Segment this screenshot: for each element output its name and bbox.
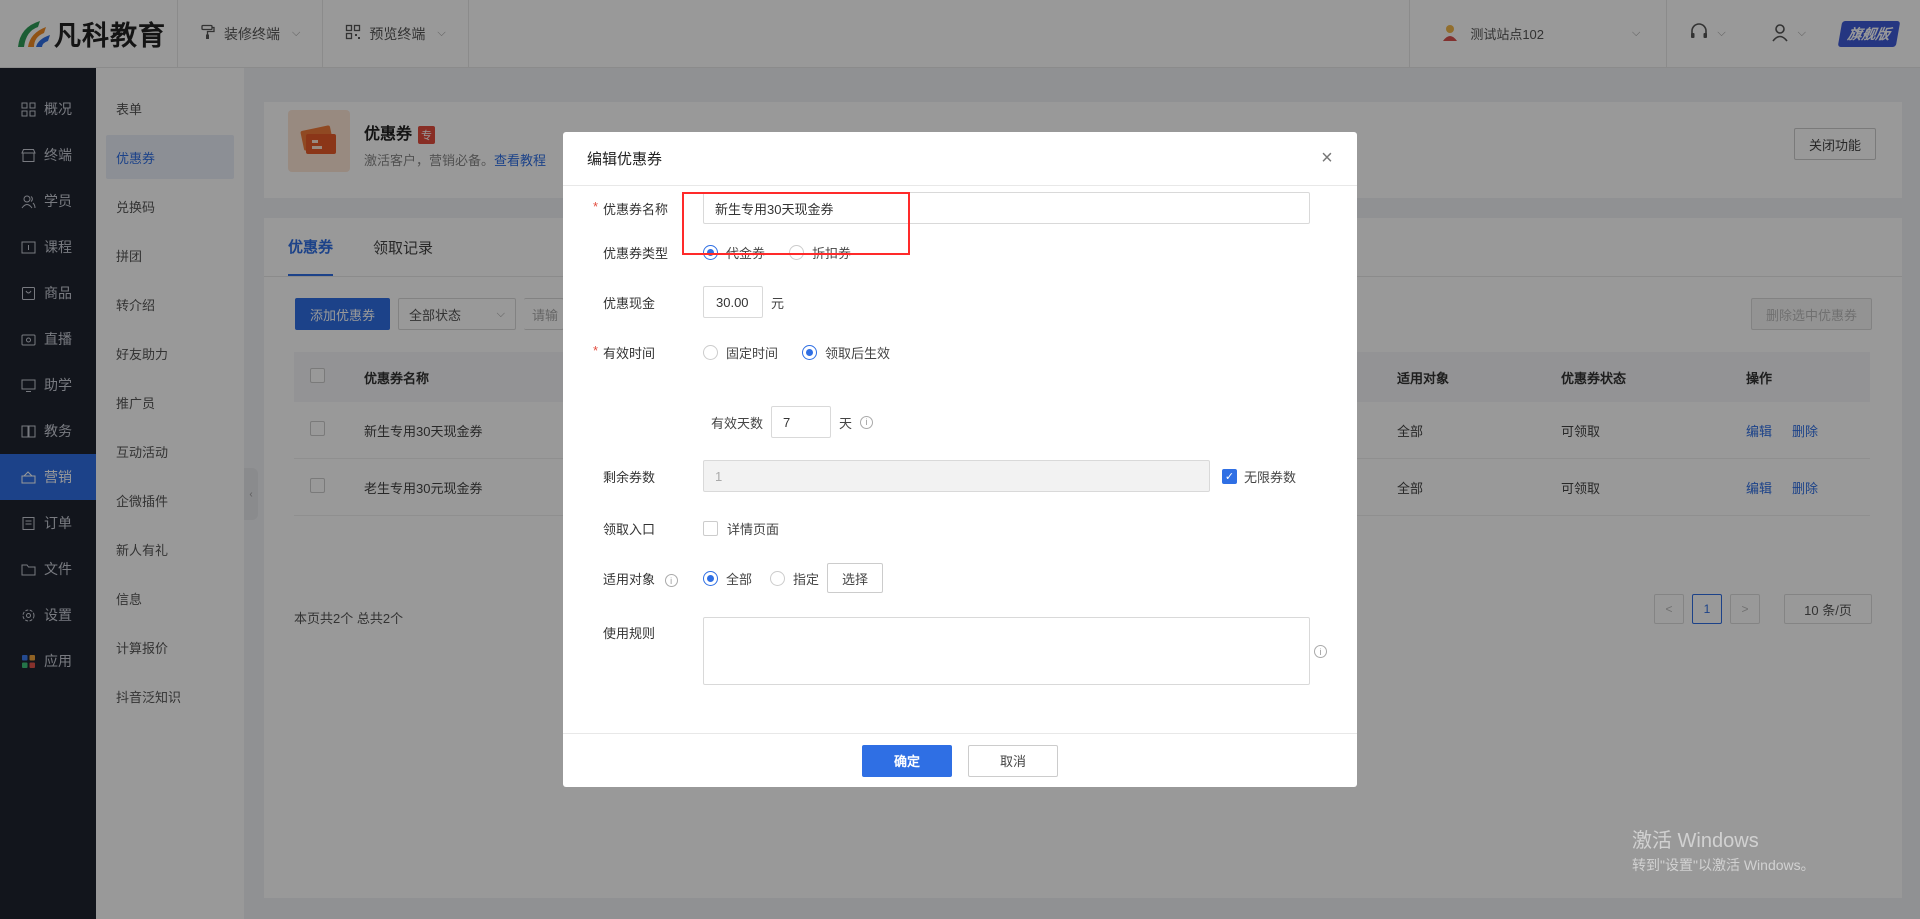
radio-label: 领取后生效 [825,345,891,361]
valid-time-radio-group: 固定时间 领取后生效 [703,343,890,362]
label-text: 优惠券名称 [603,201,669,217]
windows-activation-watermark: 激活 Windows 转到"设置"以激活 Windows。 [1632,824,1815,875]
valid-days-row: 有效天数 7 天 i [711,406,874,438]
label-text: 适用对象 [603,571,656,587]
dialog-title: 编辑优惠券 [587,151,663,168]
label-text: 有效时间 [603,345,656,361]
required-mark: * [593,342,599,358]
info-icon[interactable]: i [860,415,874,429]
form-label: 领取入口 [603,521,656,537]
radio-label: 固定时间 [726,345,779,361]
watermark-subtitle: 转到"设置"以激活 Windows。 [1632,857,1815,873]
coupon-name-row: * 优惠券名称 新生专用30天现金券 [563,188,1310,228]
rules-row: 使用规则 i [563,617,1327,685]
radio-after-claim[interactable]: 领取后生效 [802,343,890,362]
radio-target-specific[interactable]: 指定 [770,569,819,588]
watermark-title: 激活 Windows [1632,830,1759,852]
radio-button[interactable] [770,570,786,586]
detail-page-label: 详情页面 [727,521,780,537]
cancel-button[interactable]: 取消 [968,744,1058,777]
form-label: 剩余券数 [603,469,656,485]
radio-label: 指定 [793,571,820,587]
confirm-button[interactable]: 确定 [862,744,952,777]
radio-fixed-time[interactable]: 固定时间 [703,343,778,362]
radio-target-all[interactable]: 全部 [703,569,752,588]
amount-row: 优惠现金 30.00 元 [563,286,784,318]
form-label: 适用对象 i [563,569,703,588]
radio-button[interactable] [703,570,718,586]
unlimited-label: 无限券数 [1244,469,1297,485]
close-icon[interactable]: × [1317,147,1337,169]
info-icon[interactable]: i [1314,645,1327,658]
valid-days-input[interactable]: 7 [771,406,832,438]
detail-page-checkbox[interactable] [703,520,718,536]
form-label: 使用规则 [603,626,656,641]
unlimited-checkbox[interactable]: ✓ [1222,468,1237,484]
target-row: 适用对象 i 全部 指定 选择 [563,562,884,594]
valid-time-row: * 有效时间 固定时间 领取后生效 [563,340,890,364]
amount-unit: 元 [771,295,785,311]
form-label: * 有效时间 [563,343,703,362]
remaining-row: 剩余券数 1 ✓ 无限券数 [563,460,1296,492]
radio-label: 全部 [726,571,753,587]
radio-button[interactable] [703,344,718,360]
dialog-header: 编辑优惠券 × [563,132,1357,186]
info-icon[interactable]: i [664,574,678,587]
form-label: 优惠现金 [603,295,656,311]
highlight-annotation-box [682,192,910,255]
remaining-count-input[interactable]: 1 [703,460,1210,492]
radio-button[interactable] [802,344,818,360]
choose-target-button[interactable]: 选择 [827,563,884,593]
amount-input[interactable]: 30.00 [703,286,763,318]
valid-days-label: 有效天数 [711,415,764,431]
rules-textarea[interactable] [703,617,1310,685]
target-radio-group: 全部 指定 [703,569,819,588]
dialog-footer: 确定 取消 [563,733,1357,787]
entry-row: 领取入口 详情页面 [563,516,779,540]
required-mark: * [593,198,599,214]
valid-days-unit: 天 [839,415,853,431]
